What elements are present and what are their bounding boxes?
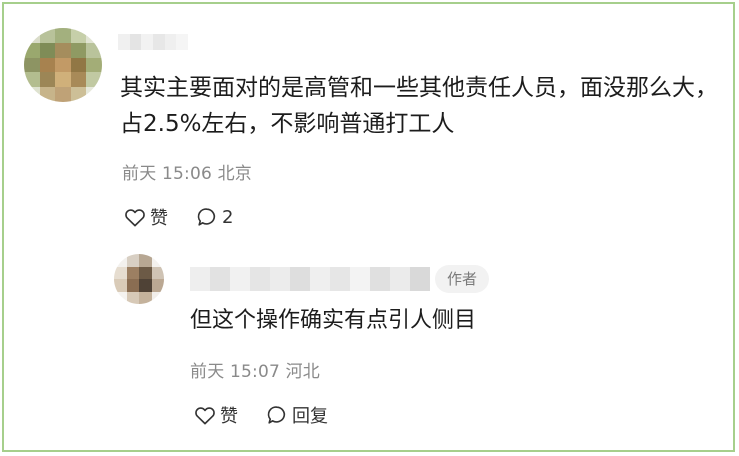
- reply-button[interactable]: 回复: [266, 402, 328, 428]
- speech-bubble-icon: [197, 208, 216, 226]
- reply-username-blurred[interactable]: [190, 267, 430, 291]
- speech-bubble-icon: [267, 406, 286, 424]
- reply-actions: 赞 回复: [194, 402, 328, 428]
- comment-card: 其实主要面对的是高管和一些其他责任人员，面没那么大，占2.5%左右，不影响普通打…: [2, 2, 735, 452]
- reply-location: 河北: [285, 362, 321, 382]
- reply-like-button[interactable]: 赞: [194, 402, 238, 428]
- like-label: 赞: [150, 208, 168, 229]
- comment-meta: 前天 15:06 北京: [122, 159, 252, 184]
- reply-avatar[interactable]: [114, 254, 164, 304]
- username-blurred[interactable]: [118, 34, 189, 50]
- reply-like-label: 赞: [220, 406, 238, 427]
- heart-outline-icon: [195, 407, 215, 425]
- comment-actions: 赞 2: [124, 204, 233, 230]
- reply-meta: 前天 15:07 河北: [190, 357, 320, 382]
- comment-text: 其实主要面对的是高管和一些其他责任人员，面没那么大，占2.5%左右，不影响普通打…: [120, 75, 718, 137]
- author-badge: 作者: [435, 265, 490, 293]
- reply-text: 但这个操作确实有点引人侧目: [190, 308, 477, 333]
- reply-time: 前天 15:07: [190, 362, 280, 382]
- heart-outline-icon: [125, 209, 145, 227]
- comment-button[interactable]: 2: [196, 206, 233, 228]
- comment-location: 北京: [217, 164, 253, 184]
- reply-label: 回复: [292, 406, 328, 427]
- comment-count: 2: [222, 206, 234, 228]
- like-button[interactable]: 赞: [124, 204, 168, 230]
- avatar[interactable]: [24, 28, 102, 102]
- comment-time: 前天 15:06: [122, 164, 212, 184]
